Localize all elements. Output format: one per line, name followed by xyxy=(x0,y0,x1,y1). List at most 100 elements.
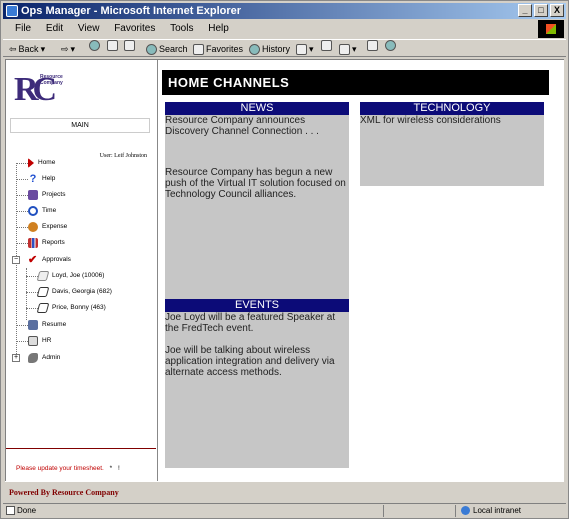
tree-branch xyxy=(26,308,38,309)
messenger-icon xyxy=(385,40,396,51)
history-icon xyxy=(249,43,260,55)
expand-admin-toggle[interactable]: + xyxy=(12,354,20,362)
refresh-icon xyxy=(107,40,118,51)
home-icon xyxy=(28,158,34,168)
edit-button[interactable]: ▾ xyxy=(339,40,357,58)
sidebar-item-hr[interactable]: HR xyxy=(28,334,51,348)
menu-tools[interactable]: Tools xyxy=(170,23,193,34)
discuss-button[interactable] xyxy=(367,40,378,51)
favorites-button[interactable]: Favorites xyxy=(193,40,243,58)
toolbar: ⇦ Back ▾ ⇨ ▾ Search Favorites History ▾ … xyxy=(3,39,566,57)
ie-app-icon xyxy=(6,5,18,17)
menu-help[interactable]: Help xyxy=(208,23,229,34)
refresh-button[interactable] xyxy=(107,40,118,51)
history-button[interactable]: History xyxy=(249,40,290,58)
sidebar-item-resume[interactable]: Resume xyxy=(28,318,66,332)
hr-icon xyxy=(28,336,38,346)
sidebar-item-approvals[interactable]: ✔ Approvals xyxy=(28,253,71,267)
clock-icon xyxy=(28,206,38,216)
messenger-button[interactable] xyxy=(385,40,396,51)
minimize-button[interactable]: _ xyxy=(518,4,532,17)
news-item: Resource Company announces Discovery Cha… xyxy=(165,115,319,137)
approval-item-price[interactable]: Price, Bonny (463) xyxy=(36,301,106,315)
status-divider xyxy=(383,505,384,517)
menu-file[interactable]: File xyxy=(15,23,31,34)
menu-edit[interactable]: Edit xyxy=(46,23,63,34)
home-icon xyxy=(124,40,135,51)
window-controls: _ □ X xyxy=(518,4,564,17)
technology-item: XML for wireless considerations xyxy=(360,115,501,126)
approval-doc-icon xyxy=(36,303,50,313)
tree-branch xyxy=(16,163,28,164)
chevron-down-icon: ▾ xyxy=(70,44,76,54)
events-body: Joe Loyd will be a featured Speaker at t… xyxy=(165,312,349,389)
browser-viewport: RC Resource Company MAIN User: Leif John… xyxy=(5,59,564,502)
page-title: HOME CHANNELS xyxy=(162,70,549,95)
menu-favorites[interactable]: Favorites xyxy=(114,23,155,34)
sidebar-item-home[interactable]: Home xyxy=(28,156,55,170)
approval-doc-icon xyxy=(36,271,50,281)
tree-branch xyxy=(16,195,28,196)
company-logo: RC Resource Company xyxy=(14,71,63,108)
news-title: NEWS xyxy=(165,102,349,115)
status-bar: Done Local intranet xyxy=(3,503,566,517)
back-arrow-icon: ⇦ xyxy=(9,44,17,54)
help-icon: ? xyxy=(29,173,37,185)
sidebar-item-expense[interactable]: Expense xyxy=(28,220,67,234)
back-button[interactable]: ⇦ Back ▾ xyxy=(9,40,45,58)
home-button[interactable] xyxy=(124,40,135,51)
title-bar: Ops Manager - Microsoft Internet Explore… xyxy=(3,3,566,19)
browser-window: Ops Manager - Microsoft Internet Explore… xyxy=(0,0,569,519)
favorites-icon xyxy=(193,43,204,55)
events-title: EVENTS xyxy=(165,299,349,312)
print-button[interactable] xyxy=(321,40,332,51)
status-divider xyxy=(455,505,456,517)
technology-body: XML for wireless considerations xyxy=(360,115,544,126)
tree-branch xyxy=(16,211,28,212)
sidebar-item-admin[interactable]: Admin xyxy=(28,351,60,365)
approval-doc-icon xyxy=(36,287,50,297)
tree-branch xyxy=(16,243,28,244)
forward-arrow-icon: ⇨ xyxy=(61,44,69,54)
forward-button[interactable]: ⇨ ▾ xyxy=(61,40,75,58)
approval-item-loyd[interactable]: Loyd, Joe (10006) xyxy=(36,269,104,283)
intranet-icon xyxy=(461,506,470,515)
menu-view[interactable]: View xyxy=(78,23,100,34)
status-text: Done xyxy=(17,506,37,515)
page-footer: Powered By Resource Company xyxy=(5,481,564,502)
timesheet-reminder[interactable]: Please update your timesheet. * ! xyxy=(16,465,120,472)
sidebar-item-reports[interactable]: Reports xyxy=(28,236,65,250)
tree-branch xyxy=(16,325,28,326)
tree-branch xyxy=(16,227,28,228)
maximize-button[interactable]: □ xyxy=(534,4,548,17)
news-events-panel: NEWS Resource Company announces Discover… xyxy=(165,102,349,468)
powered-by: Powered By Resource Company xyxy=(9,488,119,497)
technology-title: TECHNOLOGY xyxy=(360,102,544,115)
sidebar-item-projects[interactable]: Projects xyxy=(28,188,65,202)
tree-branch xyxy=(16,341,28,342)
search-button[interactable]: Search xyxy=(146,40,188,58)
main-content: HOME CHANNELS NEWS Resource Company anno… xyxy=(160,60,564,482)
sidebar-item-help[interactable]: ? Help xyxy=(28,172,56,186)
windows-logo-icon xyxy=(538,20,564,38)
discuss-icon xyxy=(367,40,378,51)
main-link[interactable]: MAIN xyxy=(10,118,150,133)
news-item: Resource Company has begun a new push of… xyxy=(165,167,346,200)
approval-item-davis[interactable]: Davis, Georgia (682) xyxy=(36,285,112,299)
page-done-icon xyxy=(6,506,15,515)
chevron-down-icon: ▾ xyxy=(352,44,357,54)
collapse-approvals-toggle[interactable]: − xyxy=(12,256,20,264)
wrench-icon xyxy=(28,353,38,363)
mail-button[interactable]: ▾ xyxy=(296,40,314,58)
stop-button[interactable] xyxy=(89,40,100,51)
projects-icon xyxy=(28,190,38,200)
chart-icon xyxy=(28,238,38,248)
event-item: Joe Loyd will be a featured Speaker at t… xyxy=(165,312,336,334)
sidebar-item-time[interactable]: Time xyxy=(28,204,56,218)
resume-icon xyxy=(28,320,38,330)
close-button[interactable]: X xyxy=(550,4,564,17)
news-body: Resource Company announces Discovery Cha… xyxy=(165,115,349,200)
tree-branch xyxy=(16,179,28,180)
user-label: User: Leif Johnston xyxy=(99,153,147,159)
coins-icon xyxy=(28,222,38,232)
